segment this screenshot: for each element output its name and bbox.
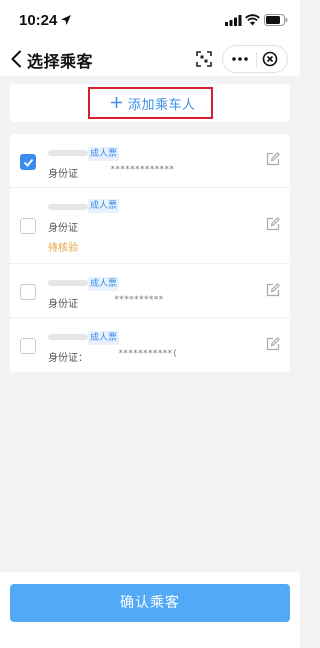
passenger-row[interactable]: 成人票 身份证： ***********( [10, 318, 290, 372]
passenger-checkbox[interactable] [20, 154, 36, 170]
id-label: 身份证 [48, 299, 78, 310]
close-icon[interactable] [262, 51, 278, 67]
id-value: ***********( [118, 349, 178, 359]
edit-icon[interactable] [266, 152, 280, 166]
location-arrow-icon [61, 15, 71, 25]
edit-icon[interactable] [266, 337, 280, 351]
nav-bar: 选择乘客 [0, 42, 300, 76]
ticket-type-badge: 成人票 [88, 277, 120, 291]
id-label: 身份证 [48, 169, 78, 180]
id-label: 身份证： [48, 353, 88, 364]
add-passenger-card[interactable]: 添加乘车人 [10, 84, 290, 122]
passenger-name-redacted [48, 334, 88, 340]
signal-icon [225, 15, 242, 26]
scan-icon[interactable] [196, 51, 212, 67]
more-icon[interactable] [231, 53, 249, 65]
page-title: 选择乘客 [27, 52, 94, 71]
passenger-checkbox[interactable] [20, 338, 36, 354]
edit-icon[interactable] [266, 283, 280, 297]
battery-icon [264, 14, 288, 26]
checkmark-icon [23, 158, 34, 167]
passenger-list: 成人票 身份证 ************* 成人票 身份证 待核验 成人票 身份… [10, 134, 290, 372]
footer: 确认乘客 [0, 572, 300, 648]
passenger-name-redacted [48, 204, 88, 210]
id-value: ********** [114, 295, 164, 305]
id-value: ************* [110, 165, 174, 175]
status-time: 10:24 [19, 12, 58, 29]
passenger-name-redacted [48, 150, 88, 156]
status-bar: 10:24 [0, 0, 300, 42]
mini-program-capsule [222, 45, 288, 73]
confirm-passengers-button[interactable]: 确认乘客 [10, 584, 290, 622]
passenger-row[interactable]: 成人票 身份证 ********** [10, 264, 290, 318]
ticket-type-badge: 成人票 [88, 331, 120, 345]
pending-verification-status: 待核验 [48, 243, 78, 254]
back-icon[interactable] [10, 50, 22, 68]
capsule-divider [256, 52, 257, 67]
passenger-row[interactable]: 成人票 身份证 待核验 [10, 188, 290, 264]
wifi-icon [245, 14, 260, 26]
id-label: 身份证 [48, 223, 78, 234]
edit-icon[interactable] [266, 217, 280, 231]
passenger-checkbox[interactable] [20, 284, 36, 300]
passenger-checkbox[interactable] [20, 218, 36, 234]
add-passenger-button[interactable]: 添加乘车人 [128, 94, 196, 113]
ticket-type-badge: 成人票 [88, 147, 120, 161]
plus-icon [111, 97, 122, 108]
passenger-row[interactable]: 成人票 身份证 ************* [10, 134, 290, 188]
ticket-type-badge: 成人票 [88, 199, 120, 213]
passenger-name-redacted [48, 280, 88, 286]
